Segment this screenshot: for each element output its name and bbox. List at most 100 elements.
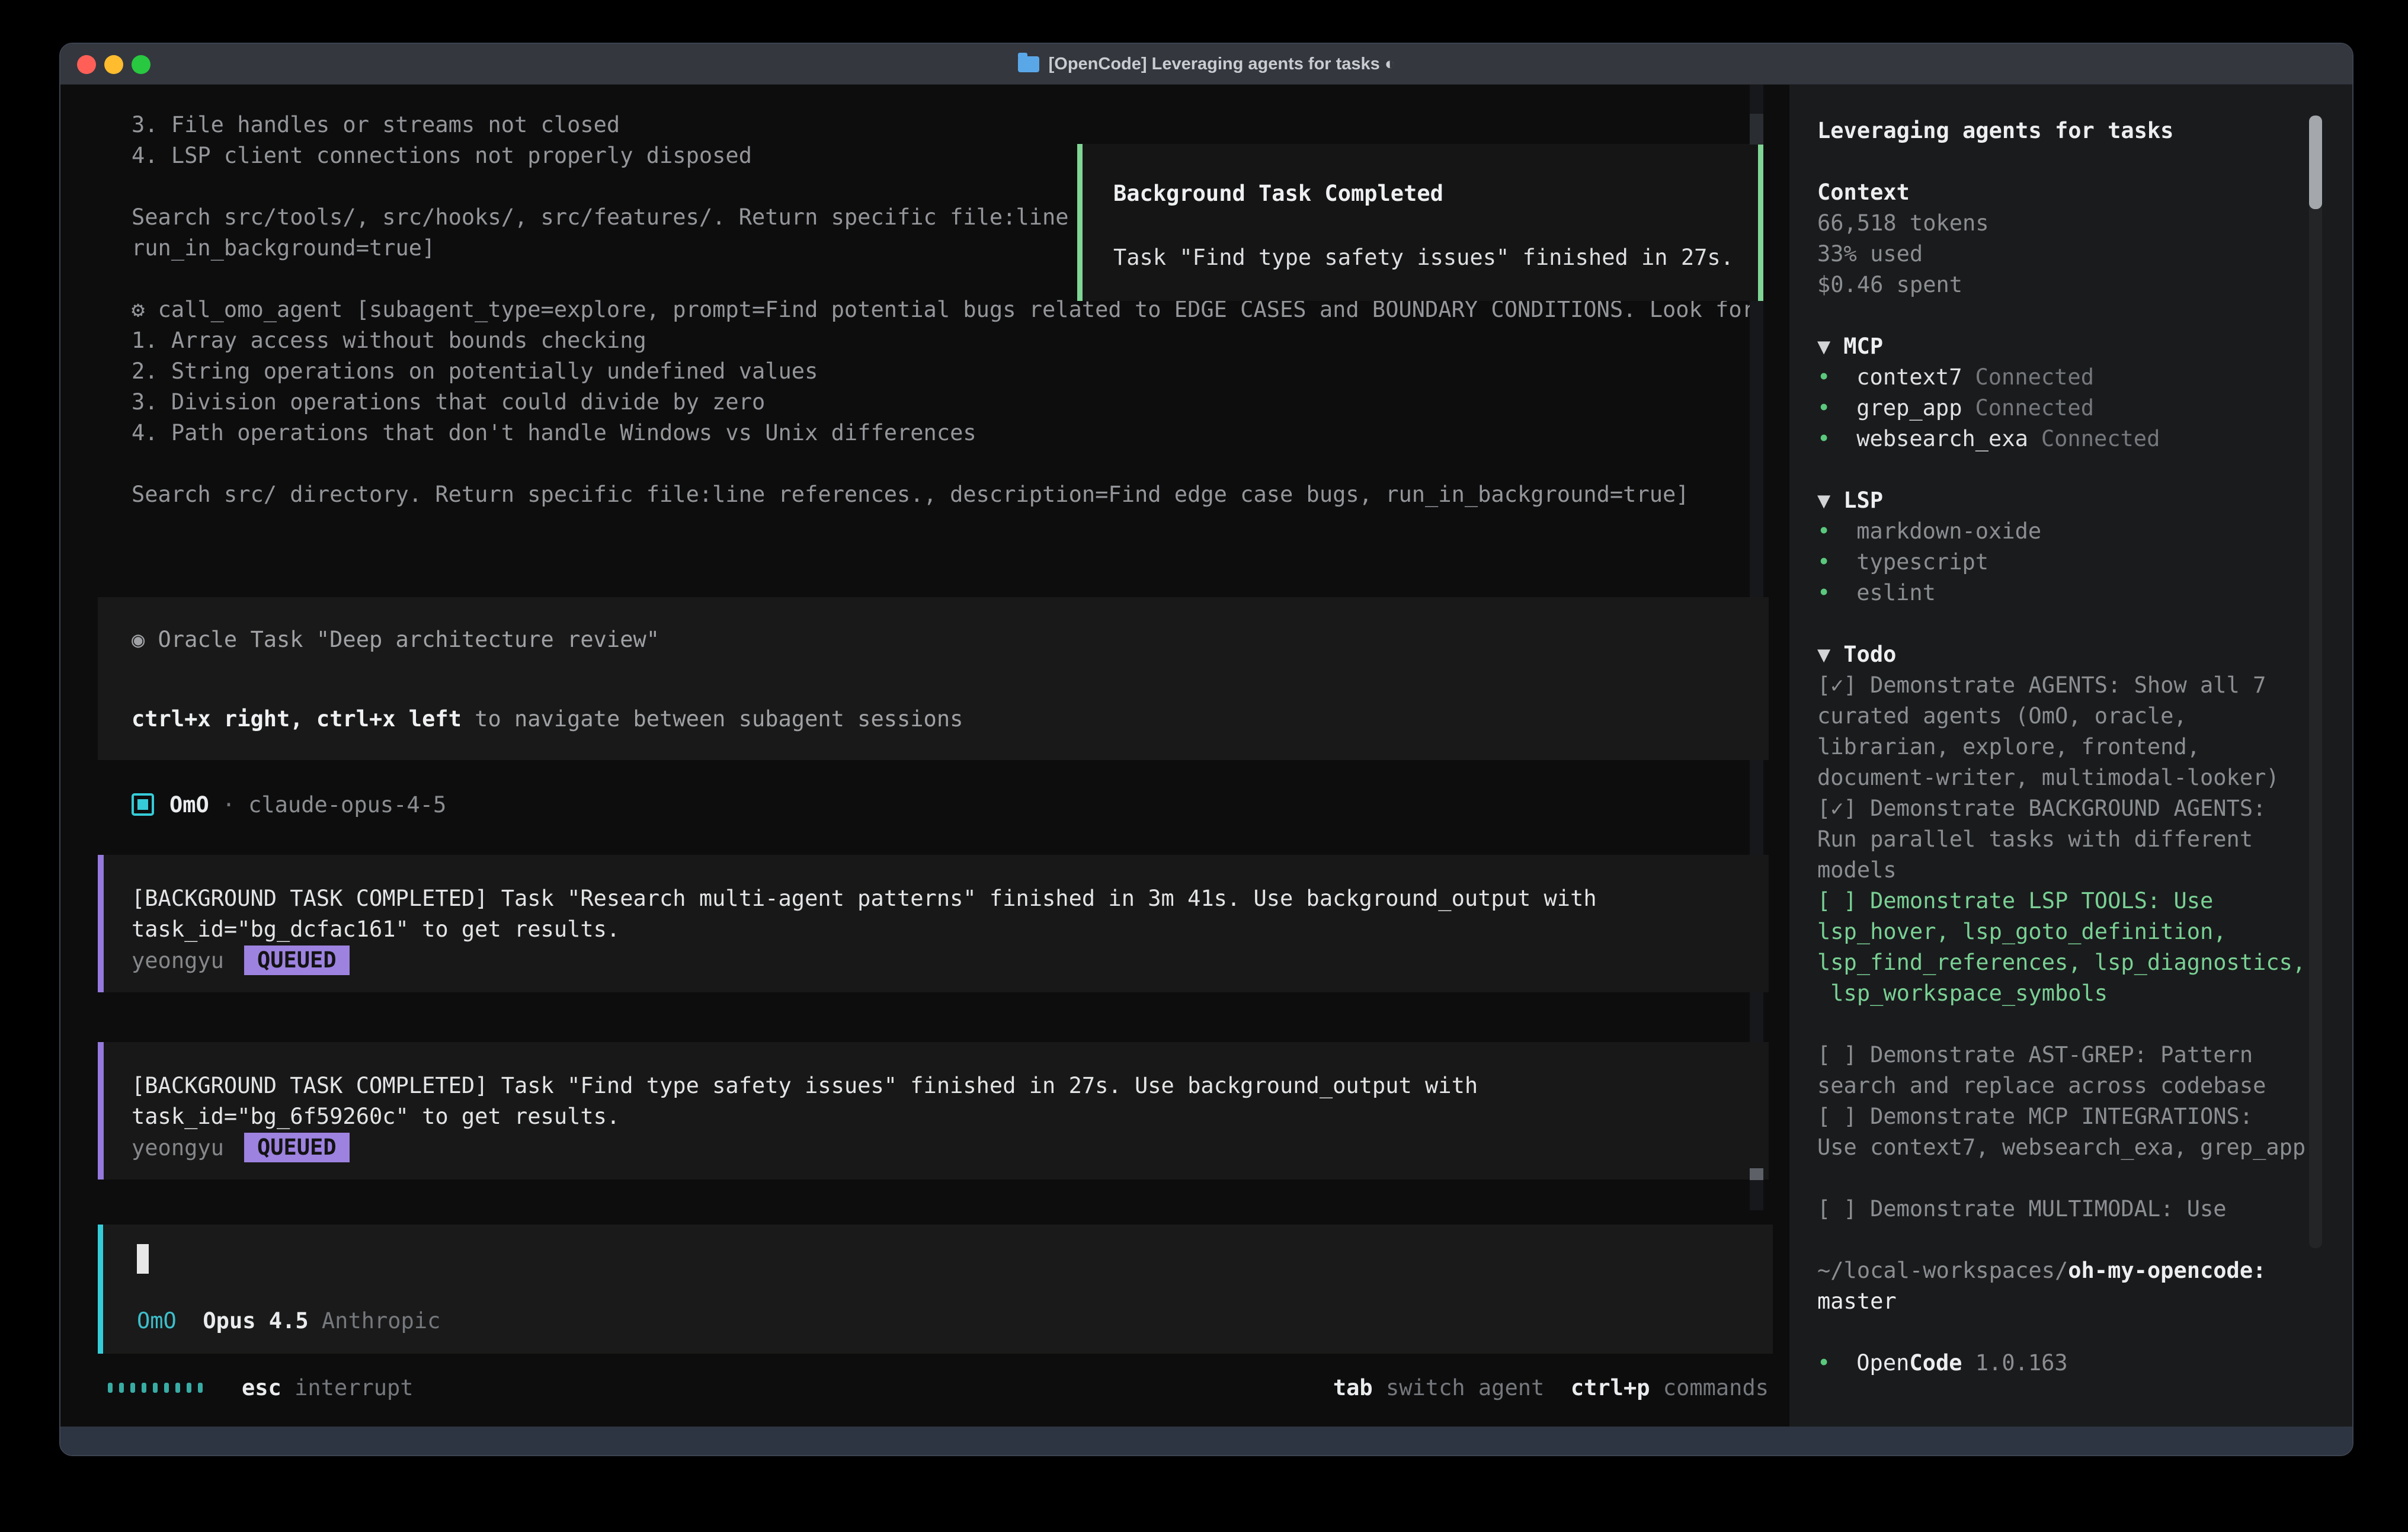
- spinner-dot: [187, 1383, 191, 1393]
- text-cursor: [137, 1244, 149, 1274]
- spinner-dots: [108, 1383, 203, 1393]
- status-badge: QUEUED: [244, 1133, 350, 1162]
- spinner-dot: [108, 1383, 113, 1393]
- input-model-name: Opus 4.5: [203, 1308, 308, 1334]
- bullet-icon: •: [1817, 549, 1830, 575]
- spinner-dot: [130, 1383, 135, 1393]
- chat-scrollbar-thumb-secondary[interactable]: [1750, 1168, 1763, 1180]
- app-name: Open: [1856, 1350, 1909, 1376]
- todo-line: [ ] Demonstrate AST-GREP: Pattern: [1817, 1040, 2352, 1071]
- todo-line: librarian, explore, frontend,: [1817, 732, 2352, 762]
- todo-line: lsp_hover, lsp_goto_definition,: [1817, 916, 2352, 947]
- agent-header: OmO · claude-opus-4-5: [132, 789, 446, 820]
- lsp-item: •markdown-oxide: [1817, 516, 2352, 547]
- agent-output-line: Search src/ directory. Return specific f…: [132, 479, 1755, 510]
- todo-line: [ ] Demonstrate LSP TOOLS: Use: [1817, 886, 2352, 916]
- sidebar-scrollbar-thumb[interactable]: [2309, 116, 2322, 209]
- lsp-section-header[interactable]: ▼LSP: [1817, 485, 2352, 516]
- agent-output-line: 2. String operations on potentially unde…: [132, 356, 1755, 387]
- bullet-icon: •: [1817, 426, 1830, 451]
- message-line1: [BACKGROUND TASK COMPLETED] Task "Find t…: [132, 1071, 1478, 1101]
- chevron-down-icon: ▼: [1817, 334, 1830, 359]
- chevron-down-icon: ▼: [1817, 488, 1830, 513]
- titlebar: [OpenCode] Leveraging agents for tasks ◐: [60, 44, 2352, 85]
- todo-section-header[interactable]: ▼Todo: [1817, 639, 2352, 670]
- oracle-task-box: ◉ Oracle Task "Deep architecture review"…: [98, 597, 1769, 760]
- agent-model: claude-opus-4-5: [248, 792, 446, 818]
- oracle-task-title: ◉ Oracle Task "Deep architecture review": [132, 624, 659, 655]
- agent-output-line: 3. File handles or streams not closed: [132, 110, 1755, 140]
- todo-line: [✓] Demonstrate AGENTS: Show all 7: [1817, 670, 2352, 701]
- message-line1: [BACKGROUND TASK COMPLETED] Task "Resear…: [132, 883, 1597, 914]
- input-model-row: OmO Opus 4.5 Anthropic: [137, 1306, 440, 1337]
- mcp-list: •context7Connected•grep_appConnected•web…: [1817, 362, 2352, 454]
- spinner-dot: [142, 1383, 146, 1393]
- window-title: [OpenCode] Leveraging agents for tasks ◐: [1049, 55, 1395, 74]
- sidebar-scrollbar-track[interactable]: [2309, 116, 2322, 1248]
- todo-line: lsp_workspace_symbols: [1817, 978, 2352, 1009]
- oracle-task-hint: ctrl+x right, ctrl+x left to navigate be…: [132, 704, 963, 735]
- agent-name: OmO: [169, 792, 209, 818]
- session-title: Leveraging agents for tasks: [1817, 116, 2352, 146]
- oracle-hint-text: to navigate between subagent sessions: [462, 706, 963, 732]
- oracle-hint-keys: ctrl+x right, ctrl+x left: [132, 706, 462, 732]
- esc-key-hint: esc: [242, 1375, 281, 1400]
- app-name-bold: Code: [1909, 1350, 1962, 1376]
- spinner-dot: [153, 1383, 158, 1393]
- esc-key-label: interrupt: [281, 1375, 414, 1400]
- omo-agent-icon: [132, 793, 154, 816]
- spinner-dot: [164, 1383, 169, 1393]
- toast-body: Task "Find type safety issues" finished …: [1113, 242, 1734, 273]
- context-heading: Context: [1817, 177, 2352, 208]
- terminal-window: [OpenCode] Leveraging agents for tasks ◐…: [59, 43, 2353, 1456]
- prompt-input[interactable]: OmO Opus 4.5 Anthropic: [98, 1225, 1773, 1354]
- workspace-path-prefix: ~/local-workspaces/: [1817, 1258, 2068, 1283]
- todo-line: models: [1817, 855, 2352, 886]
- workspace-branch: master: [1817, 1286, 2352, 1317]
- sidebar: Leveraging agents for tasks Context 66,5…: [1789, 85, 2352, 1427]
- todo-line: search and replace across codebase: [1817, 1071, 2352, 1101]
- bullet-icon: •: [1817, 580, 1830, 605]
- message-card: [BACKGROUND TASK COMPLETED] Task "Resear…: [98, 855, 1769, 992]
- lsp-item: •eslint: [1817, 578, 2352, 608]
- keybinding-hints: tab switch agent ctrl+p commands: [1333, 1373, 1769, 1403]
- spinner-dot: [119, 1383, 124, 1393]
- mcp-item: •websearch_exaConnected: [1817, 424, 2352, 454]
- message-author: yeongyu: [132, 948, 224, 973]
- lsp-list: •markdown-oxide•typescript•eslint: [1817, 516, 2352, 608]
- agent-output-line: 3. Division operations that could divide…: [132, 387, 1755, 418]
- message-line2: task_id="bg_dcfac161" to get results.: [132, 914, 620, 945]
- window-bottom-strip: [60, 1427, 2352, 1456]
- chevron-down-icon: ▼: [1817, 642, 1830, 667]
- tab-key-label: switch agent: [1373, 1375, 1545, 1400]
- context-spent: $0.46 spent: [1817, 270, 2352, 300]
- todo-list: [✓] Demonstrate AGENTS: Show all 7curate…: [1817, 670, 2352, 1225]
- status-bar: esc interrupt tab switch agent ctrl+p co…: [60, 1373, 1789, 1403]
- chat-area: 3. File handles or streams not closed4. …: [60, 85, 1789, 1427]
- ctrlp-key-label: commands: [1650, 1375, 1769, 1400]
- todo-line: [✓] Demonstrate BACKGROUND AGENTS:: [1817, 793, 2352, 824]
- mcp-item: •grep_appConnected: [1817, 393, 2352, 424]
- workspace-repo: oh-my-opencode:: [2068, 1258, 2266, 1283]
- lsp-item: •typescript: [1817, 547, 2352, 578]
- message-card: [BACKGROUND TASK COMPLETED] Task "Find t…: [98, 1042, 1769, 1180]
- agent-output-line: 1. Array access without bounds checking: [132, 325, 1755, 356]
- todo-line: [ ] Demonstrate MULTIMODAL: Use: [1817, 1194, 2352, 1225]
- input-agent-name: OmO: [137, 1308, 177, 1334]
- todo-line: curated agents (OmO, oracle,: [1817, 701, 2352, 732]
- todo-line: [1817, 1009, 2352, 1040]
- message-line2: task_id="bg_6f59260c" to get results.: [132, 1101, 620, 1132]
- bullet-icon: •: [1817, 364, 1830, 390]
- mcp-section-header[interactable]: ▼MCP: [1817, 331, 2352, 362]
- context-used: 33% used: [1817, 239, 2352, 270]
- spinner-dot: [198, 1383, 203, 1393]
- mcp-item: •context7Connected: [1817, 362, 2352, 393]
- screen: [OpenCode] Leveraging agents for tasks ◐…: [0, 0, 2408, 1532]
- agent-separator: ·: [222, 792, 235, 818]
- folder-icon: [1018, 56, 1039, 72]
- todo-line: Run parallel tasks with different: [1817, 824, 2352, 855]
- todo-line: [ ] Demonstrate MCP INTEGRATIONS:: [1817, 1101, 2352, 1132]
- chat-scrollbar-thumb[interactable]: [1750, 114, 1763, 145]
- workspace-path: ~/local-workspaces/oh-my-opencode:: [1817, 1255, 2352, 1286]
- todo-line: Use context7, websearch_exa, grep_app: [1817, 1132, 2352, 1163]
